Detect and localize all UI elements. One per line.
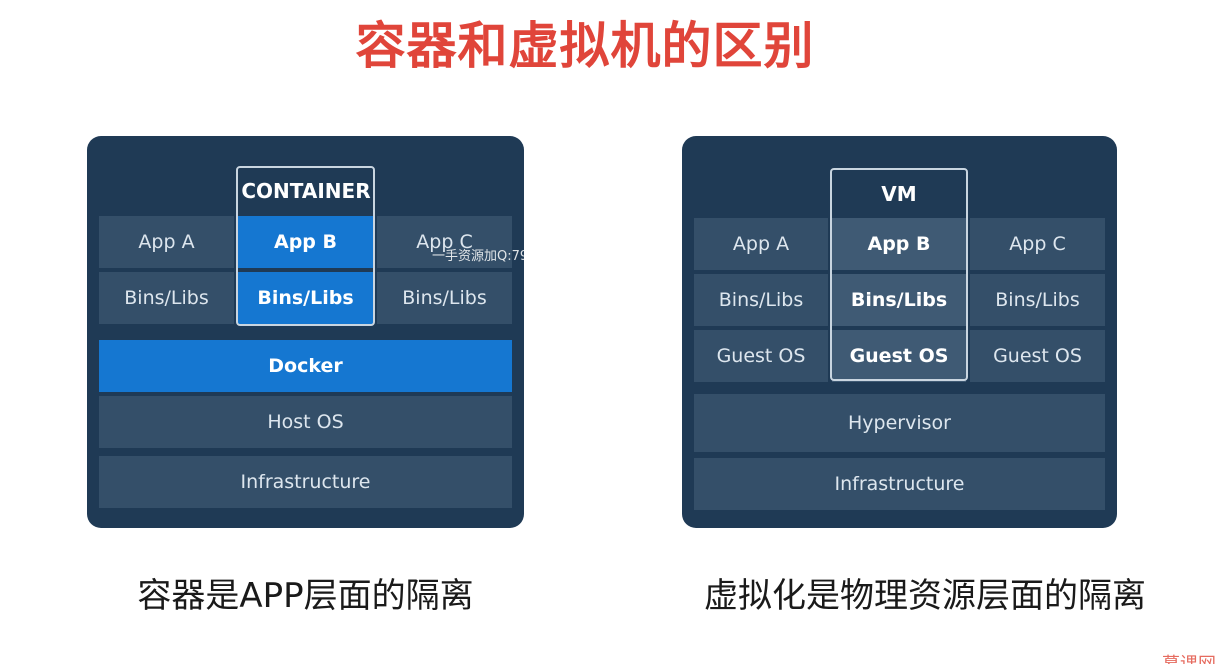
vm-diagram-panel: VM App A App B App C Bins/Libs Bins/Libs…: [682, 136, 1117, 528]
vm-caption: 虚拟化是物理资源层面的隔离: [704, 576, 1146, 616]
vm-highlight-frame: [830, 168, 968, 381]
container-bins-a: Bins/Libs: [99, 272, 234, 324]
docker-layer: Docker: [99, 340, 512, 392]
container-diagram-panel: CONTAINER App A App B App C Bins/Libs Bi…: [87, 136, 524, 528]
vm-app-c: App C: [970, 218, 1105, 270]
container-host-os-layer: Host OS: [99, 396, 512, 448]
hypervisor-layer: Hypervisor: [694, 394, 1105, 452]
container-app-a: App A: [99, 216, 234, 268]
container-infrastructure-layer: Infrastructure: [99, 456, 512, 508]
corner-logo-text: 慕课网: [1162, 654, 1216, 664]
vm-bins-c: Bins/Libs: [970, 274, 1105, 326]
vm-bins-a: Bins/Libs: [694, 274, 828, 326]
corner-logo: 慕课网: [1130, 654, 1222, 664]
watermark-text: 一手资源加Q:791770686: [432, 249, 587, 264]
container-caption: 容器是APP层面的隔离: [137, 576, 474, 616]
page-title: 容器和虚拟机的区别: [355, 17, 815, 75]
container-bins-c: Bins/Libs: [377, 272, 512, 324]
vm-guest-os-c: Guest OS: [970, 330, 1105, 382]
container-highlight-frame: [236, 166, 375, 326]
vm-app-a: App A: [694, 218, 828, 270]
vm-guest-os-a: Guest OS: [694, 330, 828, 382]
vm-infrastructure-layer: Infrastructure: [694, 458, 1105, 510]
